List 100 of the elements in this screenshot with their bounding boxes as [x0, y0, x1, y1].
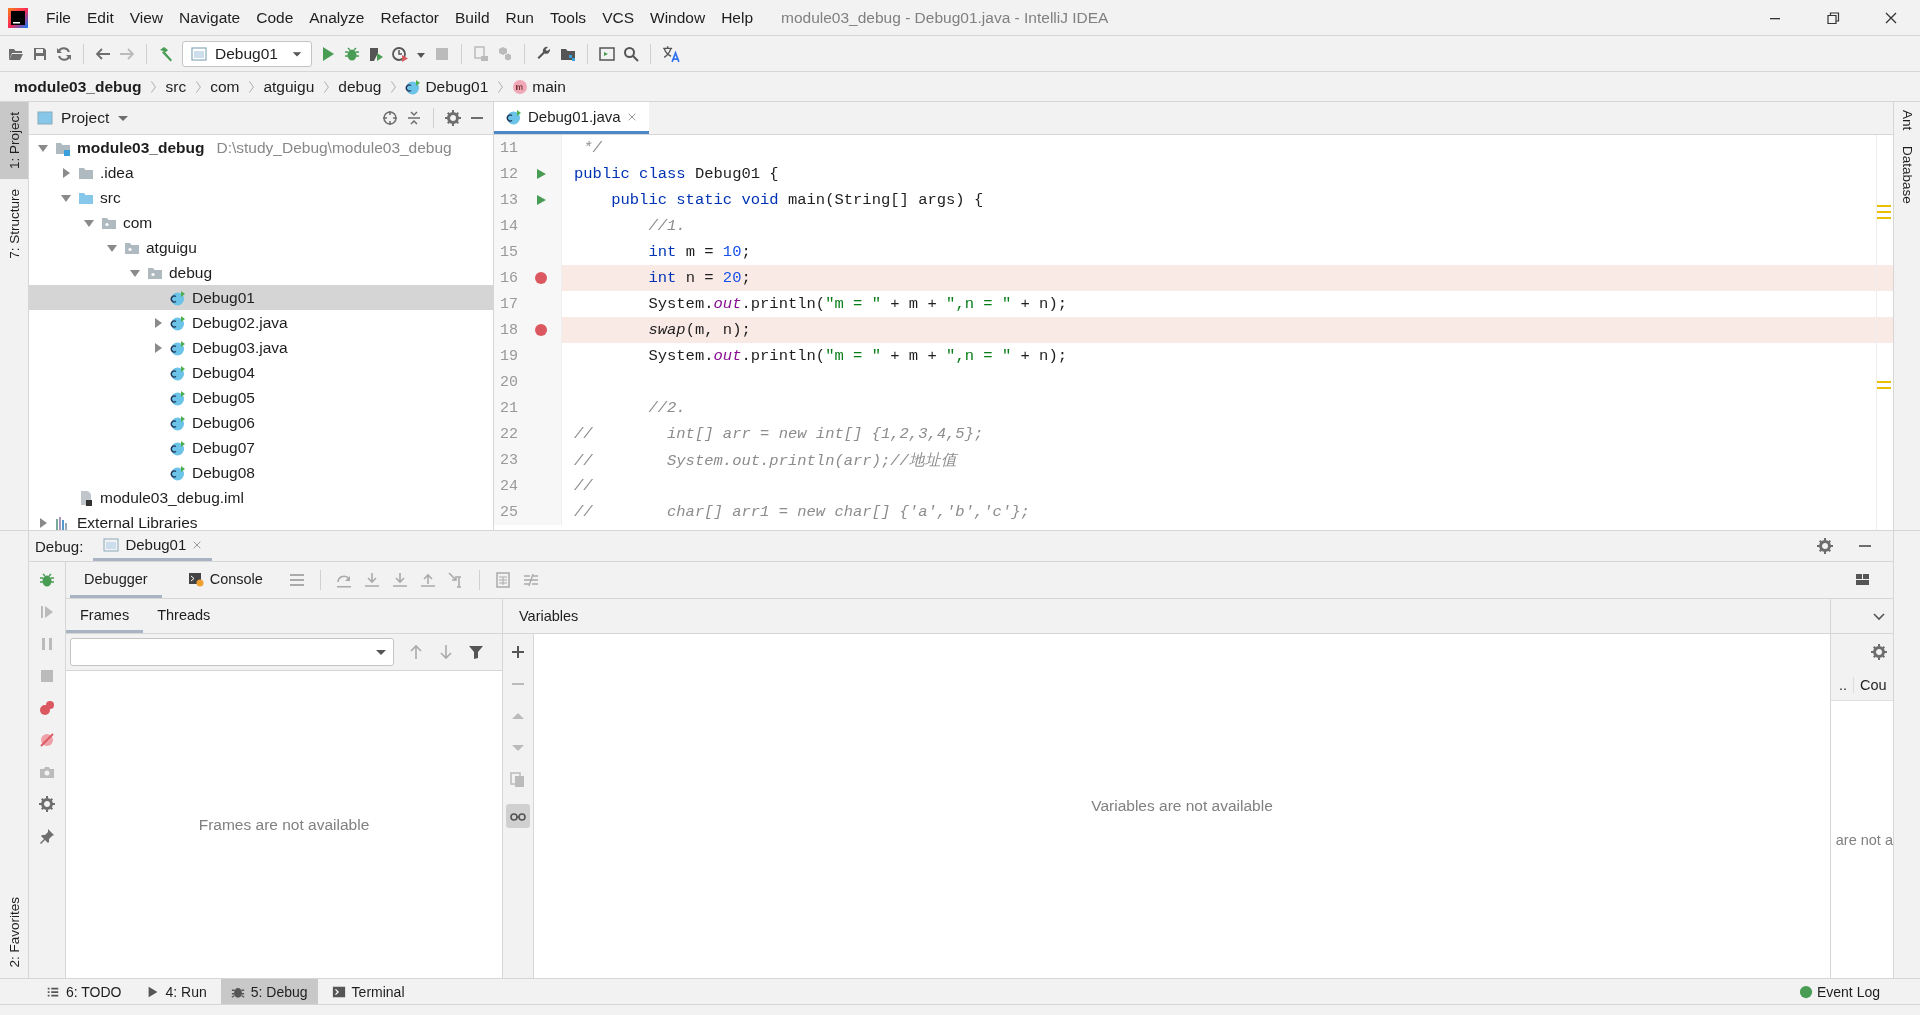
tool-window-tab[interactable]: Database: [1894, 138, 1920, 213]
frames-tab[interactable]: Threads: [143, 599, 225, 633]
breadcrumb[interactable]: com: [210, 77, 240, 96]
settings-icon[interactable]: [445, 110, 461, 126]
session-tab[interactable]: Debug01: [93, 531, 213, 561]
terminal-window-icon[interactable]: [599, 45, 615, 62]
tree-item[interactable]: Debug03.java: [29, 335, 493, 360]
tree-item[interactable]: module03_debug D:\study_Debug\module03_debug: [29, 135, 493, 160]
menu-item[interactable]: Window: [642, 8, 714, 27]
menu-item[interactable]: Edit: [79, 8, 122, 27]
menu-item[interactable]: View: [121, 8, 172, 27]
breadcrumb[interactable]: Debug01: [405, 77, 489, 96]
event-log-button[interactable]: Event Log: [1798, 983, 1880, 1000]
tree-item[interactable]: Debug05: [29, 385, 493, 410]
debugger-tab[interactable]: Console: [173, 562, 277, 598]
menu-item[interactable]: Analyze: [301, 8, 373, 27]
coverage-icon[interactable]: [368, 45, 384, 62]
settings-icon[interactable]: [1817, 538, 1833, 554]
tool-window-tab[interactable]: 2: Favorites: [0, 887, 28, 978]
tree-item[interactable]: Debug02.java: [29, 310, 493, 335]
tree-item[interactable]: debug: [29, 260, 493, 285]
tool-window-tab[interactable]: Ant: [1894, 102, 1920, 139]
menu-item[interactable]: Code: [248, 8, 302, 27]
menu-item[interactable]: VCS: [594, 8, 642, 27]
menu-item[interactable]: Help: [713, 8, 762, 27]
run-gutter-icon[interactable]: [535, 168, 547, 180]
run-gutter-icon[interactable]: [535, 194, 547, 206]
column-header[interactable]: Cou: [1853, 677, 1887, 693]
layout-icon[interactable]: [1855, 572, 1871, 588]
add-icon[interactable]: [510, 644, 526, 660]
sync-icon[interactable]: [56, 45, 72, 62]
bug-icon[interactable]: [344, 45, 360, 62]
run-config-dropdown[interactable]: Debug01: [182, 40, 312, 67]
down-arrow-icon[interactable]: [438, 644, 454, 660]
column-header[interactable]: ..: [1831, 677, 1848, 693]
panel-title[interactable]: Project: [61, 109, 110, 127]
up-arrow-icon[interactable]: [408, 644, 424, 660]
menu-item[interactable]: Run: [497, 8, 542, 27]
force-step-into-icon[interactable]: [391, 572, 408, 588]
menu-icon[interactable]: [288, 572, 305, 588]
step-out-icon[interactable]: [419, 572, 436, 588]
menu-item[interactable]: Navigate: [171, 8, 249, 27]
tree-item[interactable]: External Libraries: [29, 510, 493, 530]
trace-icon[interactable]: [522, 572, 539, 588]
breadcrumb[interactable]: atguigu: [263, 77, 315, 96]
tree-item[interactable]: Debug08: [29, 460, 493, 485]
tool-window-tab[interactable]: 7: Structure: [0, 179, 28, 269]
tree-item[interactable]: module03_debug.iml: [29, 485, 493, 510]
bug-icon[interactable]: [39, 572, 55, 588]
tool-window-tab[interactable]: 4: Run: [135, 979, 217, 1004]
locate-icon[interactable]: [382, 110, 398, 126]
menu-item[interactable]: Build: [447, 8, 498, 27]
tool-window-tab[interactable]: Terminal: [321, 979, 415, 1004]
breadcrumb[interactable]: main: [512, 77, 566, 96]
breadcrumb[interactable]: debug: [338, 77, 382, 96]
tree-item[interactable]: atguigu: [29, 235, 493, 260]
settings-icon[interactable]: [1871, 644, 1887, 660]
step-into-icon[interactable]: [363, 572, 380, 588]
hammer-icon[interactable]: [158, 45, 174, 62]
step-over-icon[interactable]: [335, 572, 352, 588]
profiler-icon[interactable]: [392, 45, 408, 62]
filter-icon[interactable]: [468, 644, 484, 660]
menu-item[interactable]: Tools: [541, 8, 595, 27]
run-icon[interactable]: [320, 45, 336, 62]
collapse-all-icon[interactable]: [406, 110, 422, 126]
pin-icon[interactable]: [39, 828, 55, 844]
tree-item[interactable]: src: [29, 185, 493, 210]
wrench-icon[interactable]: [536, 45, 552, 62]
thread-dropdown[interactable]: [70, 638, 394, 666]
tree-item[interactable]: Debug06: [29, 410, 493, 435]
tree-item[interactable]: Debug07: [29, 435, 493, 460]
run-to-cursor-icon[interactable]: [447, 572, 464, 588]
tree-item[interactable]: Debug04: [29, 360, 493, 385]
restore-window-icon[interactable]: [1825, 9, 1841, 26]
tree-item[interactable]: Debug01: [29, 285, 493, 310]
menu-item[interactable]: Refactor: [372, 8, 448, 27]
settings-icon[interactable]: [39, 796, 55, 812]
breadcrumb[interactable]: src: [165, 77, 187, 96]
editor-tab[interactable]: Debug01.java: [494, 102, 649, 134]
back-arrow-icon[interactable]: [95, 45, 111, 62]
tool-window-tab[interactable]: 5: Debug: [220, 979, 318, 1004]
search-icon[interactable]: [623, 45, 639, 62]
collapsed-arrow-icon[interactable]: [152, 341, 164, 354]
tool-window-tab[interactable]: 1: Project: [0, 102, 28, 180]
collapsed-arrow-icon[interactable]: [152, 316, 164, 329]
breadcrumb[interactable]: module03_debug: [14, 77, 142, 96]
breakpoint-icon[interactable]: [535, 272, 547, 284]
tool-window-tab[interactable]: 6: TODO: [36, 979, 132, 1004]
mute-breakpoints-icon[interactable]: [39, 732, 55, 748]
translate-icon[interactable]: [662, 44, 680, 63]
collapsed-arrow-icon[interactable]: [37, 516, 49, 529]
breakpoints-icon[interactable]: [39, 700, 55, 716]
debugger-tab[interactable]: Debugger: [70, 562, 162, 598]
save-icon[interactable]: [32, 45, 48, 62]
frames-tab[interactable]: Frames: [66, 599, 144, 633]
tree-item[interactable]: com: [29, 210, 493, 235]
collapsed-arrow-icon[interactable]: [60, 166, 72, 179]
breakpoint-icon[interactable]: [535, 324, 547, 336]
menu-item[interactable]: File: [38, 8, 79, 27]
tree-item[interactable]: .idea: [29, 160, 493, 185]
